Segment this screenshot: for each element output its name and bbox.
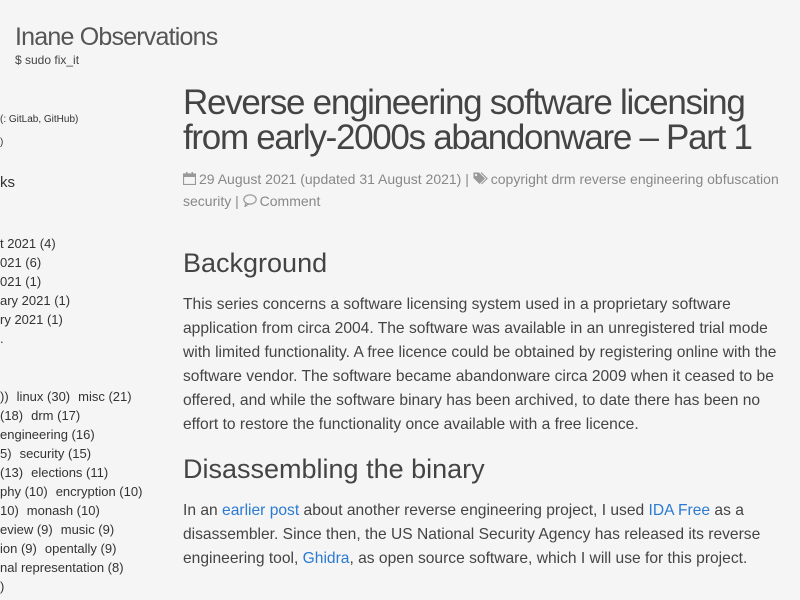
background-paragraph: This series concerns a software licensin… — [183, 296, 777, 433]
tag-link-obfuscation[interactable]: obfuscation — [707, 171, 779, 187]
tag-link[interactable]: ) — [0, 579, 4, 594]
ida-free-link[interactable]: IDA Free — [649, 502, 711, 519]
tags-icon — [473, 170, 488, 191]
post-meta: 29 August 2021 (updated 31 August 2021) … — [182, 169, 788, 213]
section-heading-disassembling: Disassembling the binary — [183, 454, 485, 484]
tag-row: phy (10) encryption (10) — [0, 484, 160, 503]
tag-row: (18) drm (17) — [0, 408, 160, 427]
sidebar-profile-links[interactable]: (: GitLab, GitHub) — [0, 114, 78, 125]
archive-item[interactable]: ry 2021 (1) — [0, 312, 70, 331]
earlier-post-link[interactable]: earlier post — [222, 502, 299, 519]
tag-link-drm[interactable]: drm — [551, 171, 575, 187]
tag-cloud: )) linux (30) misc (21) (18) drm (17) engin… — [0, 389, 160, 598]
tag-row: ) — [0, 579, 160, 598]
tag-link[interactable]: opentally (9) — [45, 541, 117, 556]
tag-link-copyright[interactable]: copyright — [491, 171, 548, 187]
post-date[interactable]: 29 August 2021 — [199, 171, 296, 187]
archive-item[interactable]: 021 (6) — [0, 255, 70, 274]
archive-list: t 2021 (4) 021 (6) 021 (1) ary 2021 (1) … — [0, 236, 70, 350]
meta-separator: | — [465, 171, 469, 187]
tag-link[interactable]: (18) — [0, 408, 23, 423]
comment-link[interactable]: Comment — [260, 193, 321, 209]
tag-row: eview (9) music (9) — [0, 522, 160, 541]
tag-link[interactable]: eview (9) — [0, 522, 53, 537]
tag-link[interactable]: encryption (10) — [56, 484, 143, 499]
tag-link[interactable]: music (9) — [61, 522, 114, 537]
tag-link[interactable]: engineering (16) — [0, 427, 95, 442]
tag-row: (13) elections (11) — [0, 465, 160, 484]
tag-link-reverse-engineering[interactable]: reverse engineering — [579, 171, 703, 187]
archive-item[interactable]: 021 (1) — [0, 274, 70, 293]
tag-link[interactable]: elections (11) — [31, 465, 108, 480]
tag-link[interactable]: nal representation (8) — [0, 560, 124, 575]
paragraph-text: In an — [183, 502, 218, 519]
archive-item[interactable]: ary 2021 (1) — [0, 293, 70, 312]
tag-link[interactable]: ion (9) — [0, 541, 37, 556]
sidebar-archives-heading: ks — [0, 174, 15, 191]
archive-more[interactable]: . — [0, 331, 70, 350]
sidebar-fragment: ) — [0, 137, 4, 148]
tag-link[interactable]: monash (10) — [27, 503, 100, 518]
post-title: Reverse engineering software licensing f… — [183, 83, 753, 157]
tag-link[interactable]: phy (10) — [0, 484, 48, 499]
tag-row: )) linux (30) misc (21) — [0, 389, 160, 408]
tag-row: 10) monash (10) — [0, 503, 160, 522]
sidebar: (: GitLab, GitHub) ) ks t 2021 (4) 021 (… — [0, 0, 160, 600]
paragraph-text: , as open source software, which I will … — [349, 550, 748, 567]
tag-row: nal representation (8) — [0, 560, 160, 579]
tag-link[interactable]: 5) — [0, 446, 12, 461]
paragraph-text: about another reverse engineering projec… — [303, 502, 645, 519]
tag-row: ion (9) opentally (9) — [0, 541, 160, 560]
tag-row: engineering (16) — [0, 427, 160, 446]
tag-link[interactable]: (13) — [0, 465, 23, 480]
post-updated-date: (updated 31 August 2021) — [300, 171, 462, 187]
section-heading-background: Background — [183, 248, 328, 278]
tag-link-security[interactable]: security — [183, 193, 231, 209]
tag-link[interactable]: )) — [0, 389, 9, 404]
meta-separator: | — [235, 193, 239, 209]
tag-link[interactable]: security (15) — [20, 446, 92, 461]
comment-icon — [242, 192, 257, 213]
tag-row: 5) security (15) — [0, 446, 160, 465]
calendar-icon — [182, 170, 197, 191]
tag-link[interactable]: linux (30) — [17, 389, 70, 404]
tag-link[interactable]: 10) — [0, 503, 19, 518]
tag-link[interactable]: drm (17) — [31, 408, 80, 423]
disassembling-paragraph: In an earlier post about another reverse… — [183, 499, 788, 571]
post-article: Reverse engineering software licensing f… — [182, 83, 788, 571]
ghidra-link[interactable]: Ghidra — [303, 550, 350, 567]
tag-link[interactable]: misc (21) — [78, 389, 131, 404]
archive-item[interactable]: t 2021 (4) — [0, 236, 70, 255]
